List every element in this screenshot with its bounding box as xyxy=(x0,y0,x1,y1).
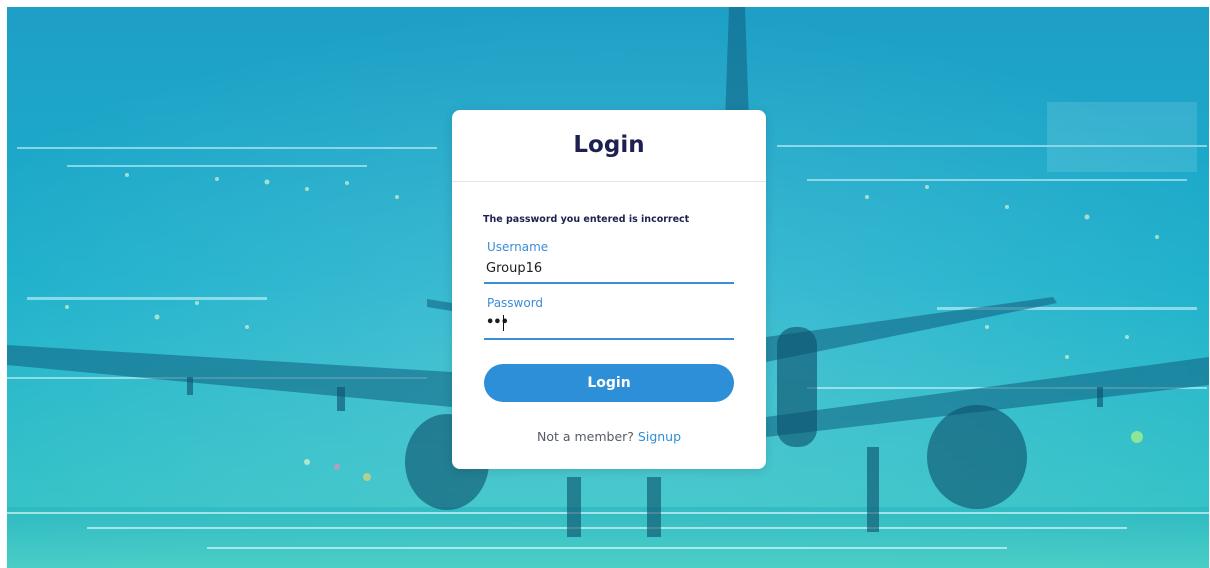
login-button[interactable]: Login xyxy=(484,364,734,402)
password-underline xyxy=(484,338,734,340)
username-input[interactable] xyxy=(486,259,726,277)
login-card: Login The password you entered is incorr… xyxy=(452,110,766,469)
error-message: The password you entered is incorrect xyxy=(483,214,690,225)
background-scene: Login The password you entered is incorr… xyxy=(7,7,1209,568)
signup-prompt-line: Not a member? Signup xyxy=(452,429,766,444)
password-label: Password xyxy=(487,296,544,310)
signup-link[interactable]: Signup xyxy=(638,429,681,444)
username-label: Username xyxy=(487,240,549,254)
username-underline xyxy=(484,282,734,284)
password-input[interactable]: ••• xyxy=(486,315,726,333)
title-divider xyxy=(452,181,766,182)
login-title: Login xyxy=(573,132,645,158)
signup-prompt-text: Not a member? xyxy=(536,429,634,444)
text-cursor xyxy=(503,315,504,331)
